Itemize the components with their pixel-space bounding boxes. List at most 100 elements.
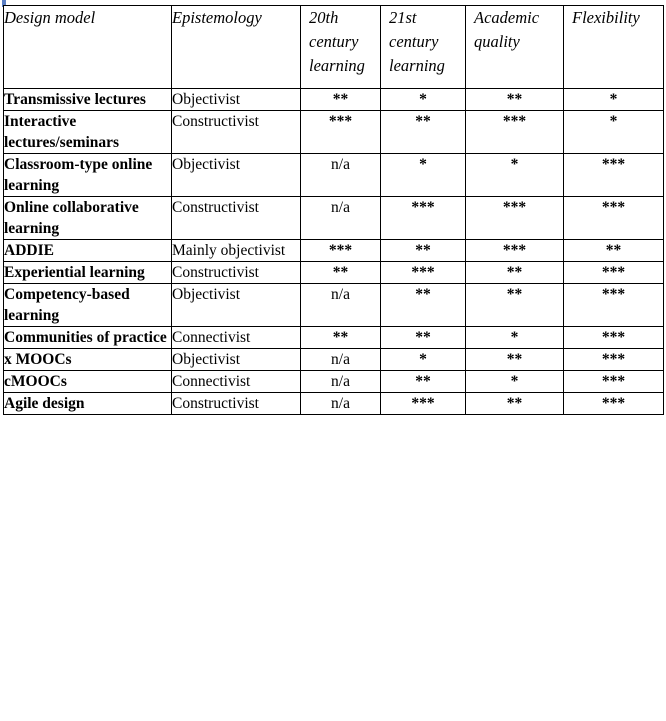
cell-design-model: cMOOCs — [3, 370, 172, 393]
cell-flexibility: ** — [563, 239, 664, 262]
table-row: Interactive lectures/seminars Constructiv… — [3, 110, 664, 154]
cell-design-model: Communities of practice — [3, 326, 172, 349]
document-page: Design model Epistemology 20th century l… — [0, 0, 666, 721]
table-row: Online collaborative learning Constructiv… — [3, 196, 664, 240]
cell-academic-quality: * — [465, 326, 564, 349]
header-line: Epistemology — [172, 8, 262, 27]
column-header-design-model: Design model — [3, 5, 172, 89]
cell-21st-century-learning: *** — [380, 392, 466, 415]
cell-flexibility: *** — [563, 153, 664, 197]
cell-epistemology: Connectivist — [171, 370, 301, 393]
cell-academic-quality: * — [465, 370, 564, 393]
column-header-epistemology: Epistemology — [171, 5, 301, 89]
cell-design-model: ADDIE — [3, 239, 172, 262]
cell-20th-century-learning: n/a — [300, 283, 381, 327]
cell-21st-century-learning: ** — [380, 326, 466, 349]
cell-epistemology: Constructivist — [171, 392, 301, 415]
table-row: Communities of practice Connectivist ** ** *… — [3, 326, 664, 349]
cell-academic-quality: ** — [465, 348, 564, 371]
cell-epistemology: Constructivist — [171, 196, 301, 240]
cell-epistemology: Objectivist — [171, 348, 301, 371]
cell-design-model: Competency-based learning — [3, 283, 172, 327]
cell-21st-century-learning: ** — [380, 239, 466, 262]
cell-flexibility: *** — [563, 326, 664, 349]
design-model-table-container: Design model Epistemology 20th century l… — [3, 5, 664, 415]
cell-epistemology: Objectivist — [171, 283, 301, 327]
cell-21st-century-learning: *** — [380, 261, 466, 284]
table-row: Transmissive lectures Objectivist ** * ** * — [3, 88, 664, 111]
cell-20th-century-learning: ** — [300, 326, 381, 349]
cell-20th-century-learning: n/a — [300, 196, 381, 240]
cell-academic-quality: ** — [465, 392, 564, 415]
cell-design-model: Agile design — [3, 392, 172, 415]
cell-epistemology: Objectivist — [171, 88, 301, 111]
cell-academic-quality: ** — [465, 88, 564, 111]
cell-20th-century-learning: n/a — [300, 153, 381, 197]
cell-design-model: x MOOCs — [3, 348, 172, 371]
column-header-21st-century-learning: 21st century learning — [380, 5, 466, 89]
header-line: Design model — [4, 8, 96, 27]
header-line: century — [389, 32, 439, 51]
table-row: Agile design Constructivist n/a *** ** *** — [3, 392, 664, 415]
cell-21st-century-learning: ** — [380, 370, 466, 393]
cell-flexibility: *** — [563, 348, 664, 371]
cell-20th-century-learning: ** — [300, 261, 381, 284]
cell-design-model: Interactive lectures/seminars — [3, 110, 172, 154]
header-line: learning — [309, 56, 365, 75]
cell-flexibility: *** — [563, 370, 664, 393]
cell-21st-century-learning: * — [380, 153, 466, 197]
header-line: 21st — [389, 8, 417, 27]
cell-20th-century-learning: *** — [300, 239, 381, 262]
cell-epistemology: Constructivist — [171, 261, 301, 284]
cell-20th-century-learning: n/a — [300, 392, 381, 415]
cell-flexibility: *** — [563, 196, 664, 240]
cell-design-model: Transmissive lectures — [3, 88, 172, 111]
cell-21st-century-learning: ** — [380, 283, 466, 327]
cell-academic-quality: *** — [465, 110, 564, 154]
cell-academic-quality: *** — [465, 196, 564, 240]
cell-flexibility: *** — [563, 261, 664, 284]
cell-21st-century-learning: ** — [380, 110, 466, 154]
cell-epistemology: Objectivist — [171, 153, 301, 197]
header-line: century — [309, 32, 359, 51]
table-row: Experiential learning Constructivist ** ***… — [3, 261, 664, 284]
cell-flexibility: *** — [563, 283, 664, 327]
cell-academic-quality: ** — [465, 261, 564, 284]
cell-21st-century-learning: * — [380, 88, 466, 111]
cell-21st-century-learning: *** — [380, 196, 466, 240]
cell-epistemology: Constructivist — [171, 110, 301, 154]
header-line: learning — [389, 56, 445, 75]
cell-21st-century-learning: * — [380, 348, 466, 371]
cell-design-model: Classroom-type online learning — [3, 153, 172, 197]
header-line: Flexibility — [572, 8, 640, 27]
table-row: ADDIE Mainly objectivist *** ** *** ** — [3, 239, 664, 262]
column-header-20th-century-learning: 20th century learning — [300, 5, 381, 89]
cell-20th-century-learning: n/a — [300, 370, 381, 393]
cell-flexibility: * — [563, 110, 664, 154]
header-row: Design model Epistemology 20th century l… — [3, 5, 664, 89]
cell-flexibility: *** — [563, 392, 664, 415]
cell-design-model: Experiential learning — [3, 261, 172, 284]
table-row: x MOOCs Objectivist n/a * ** *** — [3, 348, 664, 371]
table-row: Competency-based learning Objectivist n/a *… — [3, 283, 664, 327]
cell-flexibility: * — [563, 88, 664, 111]
column-header-flexibility: Flexibility — [563, 5, 664, 89]
cell-academic-quality: * — [465, 153, 564, 197]
header-line: 20th — [309, 8, 339, 27]
table-body: Transmissive lectures Objectivist ** * ** * In… — [3, 88, 664, 415]
cell-epistemology: Mainly objectivist — [171, 239, 301, 262]
design-model-table: Design model Epistemology 20th century l… — [3, 5, 664, 415]
cell-academic-quality: *** — [465, 239, 564, 262]
cell-epistemology: Connectivist — [171, 326, 301, 349]
table-row: Classroom-type online learning Objectivis… — [3, 153, 664, 197]
table-row: cMOOCs Connectivist n/a ** * *** — [3, 370, 664, 393]
column-header-academic-quality: Academic quality — [465, 5, 564, 89]
header-line: Academic — [474, 8, 540, 27]
header-line: quality — [474, 32, 520, 51]
cell-20th-century-learning: *** — [300, 110, 381, 154]
cell-20th-century-learning: n/a — [300, 348, 381, 371]
cell-design-model: Online collaborative learning — [3, 196, 172, 240]
table-header: Design model Epistemology 20th century l… — [3, 5, 664, 89]
cell-academic-quality: ** — [465, 283, 564, 327]
cell-20th-century-learning: ** — [300, 88, 381, 111]
